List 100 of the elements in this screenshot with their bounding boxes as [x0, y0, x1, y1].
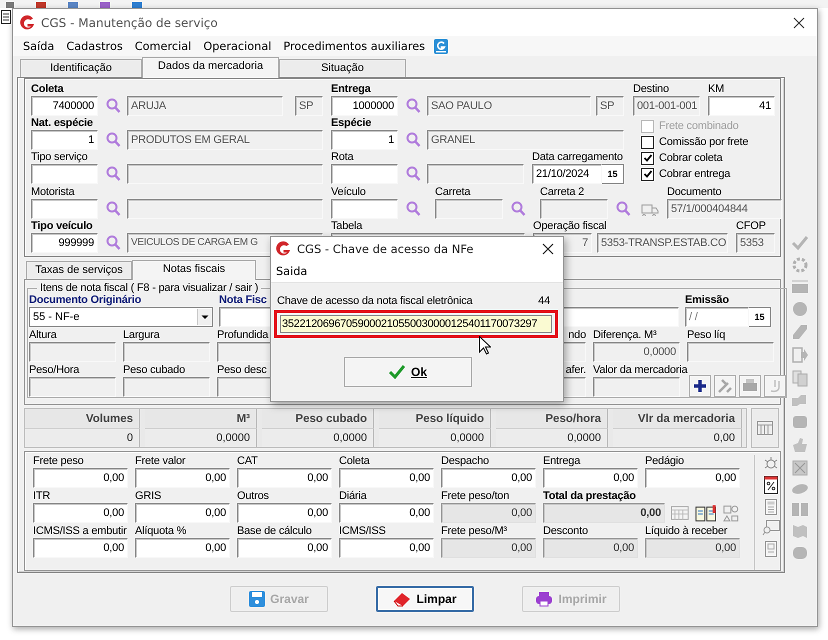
dropdown[interactable]: 55 - NF-e — [29, 307, 213, 327]
calendar-button[interactable]: 15 — [602, 164, 624, 184]
input-field[interactable]: 0,00 — [135, 468, 230, 488]
bug-icon[interactable] — [762, 455, 778, 471]
document-icon[interactable] — [1, 10, 11, 24]
search-icon[interactable] — [406, 166, 421, 182]
input-field[interactable] — [31, 164, 98, 184]
input-field[interactable] — [593, 377, 680, 397]
input-field[interactable]: 5353 — [736, 233, 775, 253]
date-field[interactable]: / / — [685, 307, 749, 327]
documents-icon[interactable] — [791, 369, 809, 387]
date-field[interactable]: 21/10/2024 — [532, 164, 602, 184]
input-field[interactable]: 0,00 — [135, 538, 230, 558]
input-field[interactable]: 35221206967059000210550030000125401170073297 — [280, 315, 552, 333]
calendar-icon[interactable] — [671, 506, 689, 520]
input-field[interactable]: 0,0000 — [593, 342, 680, 362]
shapes-icon[interactable] — [722, 504, 740, 522]
menu-item[interactable]: Procedimentos auxiliares — [283, 40, 426, 52]
input-field[interactable] — [331, 199, 398, 219]
input-field[interactable]: SAO PAULO — [427, 96, 591, 116]
input-field[interactable]: 0,00 — [441, 503, 536, 523]
input-field[interactable]: 0,00 — [33, 503, 128, 523]
add-icon[interactable] — [689, 375, 711, 397]
input-field[interactable]: 7400000 — [31, 96, 98, 116]
input-field[interactable]: 0,00 — [135, 503, 230, 523]
input-field[interactable]: 0,00 — [237, 503, 332, 523]
leaf-icon[interactable] — [791, 482, 809, 496]
input-field[interactable]: ARUJA — [127, 96, 283, 116]
input-field[interactable]: 0,00 — [645, 468, 740, 488]
search-icon[interactable] — [616, 201, 631, 217]
close-icon[interactable] — [542, 242, 554, 254]
search-icon[interactable] — [106, 166, 121, 182]
circle-icon[interactable] — [791, 300, 809, 318]
search-icon[interactable] — [106, 235, 121, 251]
input-field[interactable]: 57/1/000404844 — [667, 199, 782, 219]
checkbox[interactable] — [641, 152, 654, 164]
tab[interactable]: Taxas de serviços — [26, 261, 132, 279]
logo-icon[interactable] — [434, 38, 448, 54]
input-field[interactable]: 0,00 — [543, 503, 665, 523]
calendar-button[interactable]: 15 — [749, 307, 771, 327]
input-field[interactable] — [123, 377, 210, 397]
input-field[interactable]: 0,00 — [237, 468, 332, 488]
box-icon[interactable] — [791, 545, 809, 561]
input-field[interactable]: 0,00 — [441, 468, 536, 488]
input-field[interactable]: 0,00 — [441, 538, 536, 558]
input-field[interactable] — [29, 342, 116, 362]
menu-item[interactable]: Operacional — [203, 40, 272, 52]
input-field[interactable]: 5353-TRANSP.ESTAB.CO — [597, 233, 728, 253]
percent-document-icon[interactable] — [764, 476, 778, 494]
input-field[interactable]: 001-001-001 — [633, 96, 700, 116]
search-icon[interactable] — [406, 98, 421, 114]
checkbox[interactable] — [641, 136, 654, 148]
printer-icon[interactable] — [739, 375, 761, 397]
input-field[interactable]: 1 — [331, 130, 398, 150]
menu-item[interactable]: Saida — [276, 264, 308, 278]
input-field[interactable]: GRANEL — [427, 130, 624, 150]
search-icon[interactable] — [406, 132, 421, 148]
truck-icon[interactable] — [641, 202, 659, 216]
tab[interactable]: Identificação — [20, 59, 142, 77]
input-field[interactable] — [127, 199, 323, 219]
box-icon[interactable] — [791, 413, 809, 431]
clear-button[interactable]: Limpar — [376, 586, 474, 612]
input-field[interactable]: 0,00 — [543, 538, 638, 558]
grid-button[interactable] — [751, 408, 779, 448]
input-field[interactable]: 1000000 — [331, 96, 398, 116]
search-icon[interactable] — [406, 201, 421, 217]
input-field[interactable]: 999999 — [31, 233, 98, 253]
input-field[interactable]: 0,00 — [339, 538, 434, 558]
input-field[interactable]: 0,00 — [339, 503, 434, 523]
input-field[interactable]: SP — [295, 96, 323, 116]
input-field[interactable]: 0,00 — [339, 468, 434, 488]
search-icon[interactable] — [511, 201, 526, 217]
pattern-icon[interactable] — [791, 459, 809, 477]
gear-icon[interactable] — [791, 256, 809, 274]
input-field[interactable] — [427, 164, 524, 184]
input-field[interactable] — [127, 164, 323, 184]
checkbox[interactable] — [641, 168, 654, 180]
check-icon[interactable] — [791, 235, 809, 251]
input-field[interactable] — [435, 199, 503, 219]
input-field[interactable]: 0,00 — [33, 538, 128, 558]
search-icon[interactable] — [106, 201, 121, 217]
menu-item[interactable]: Cadastros — [66, 40, 123, 52]
search-icon[interactable] — [106, 132, 121, 148]
tab[interactable]: Situação — [279, 59, 406, 77]
input-field[interactable]: 41 — [708, 96, 775, 116]
input-field[interactable]: SP — [596, 96, 624, 116]
search-icon[interactable] — [106, 98, 121, 114]
search-icon[interactable] — [762, 520, 780, 536]
input-field[interactable]: PRODUTOS EM GERAL — [127, 130, 323, 150]
input-field[interactable] — [331, 164, 398, 184]
input-field[interactable]: 0,00 — [645, 538, 740, 558]
map-icon[interactable] — [791, 522, 809, 540]
calculator-icon[interactable] — [764, 499, 776, 515]
menu-item[interactable]: Comercial — [134, 40, 192, 52]
ok-button[interactable]: Ok — [344, 357, 472, 387]
close-icon[interactable] — [793, 16, 805, 28]
input-field[interactable] — [687, 342, 774, 362]
tab[interactable]: Dados da mercadoria — [142, 57, 279, 78]
input-field[interactable]: 0,00 — [237, 538, 332, 558]
input-field[interactable] — [540, 199, 608, 219]
